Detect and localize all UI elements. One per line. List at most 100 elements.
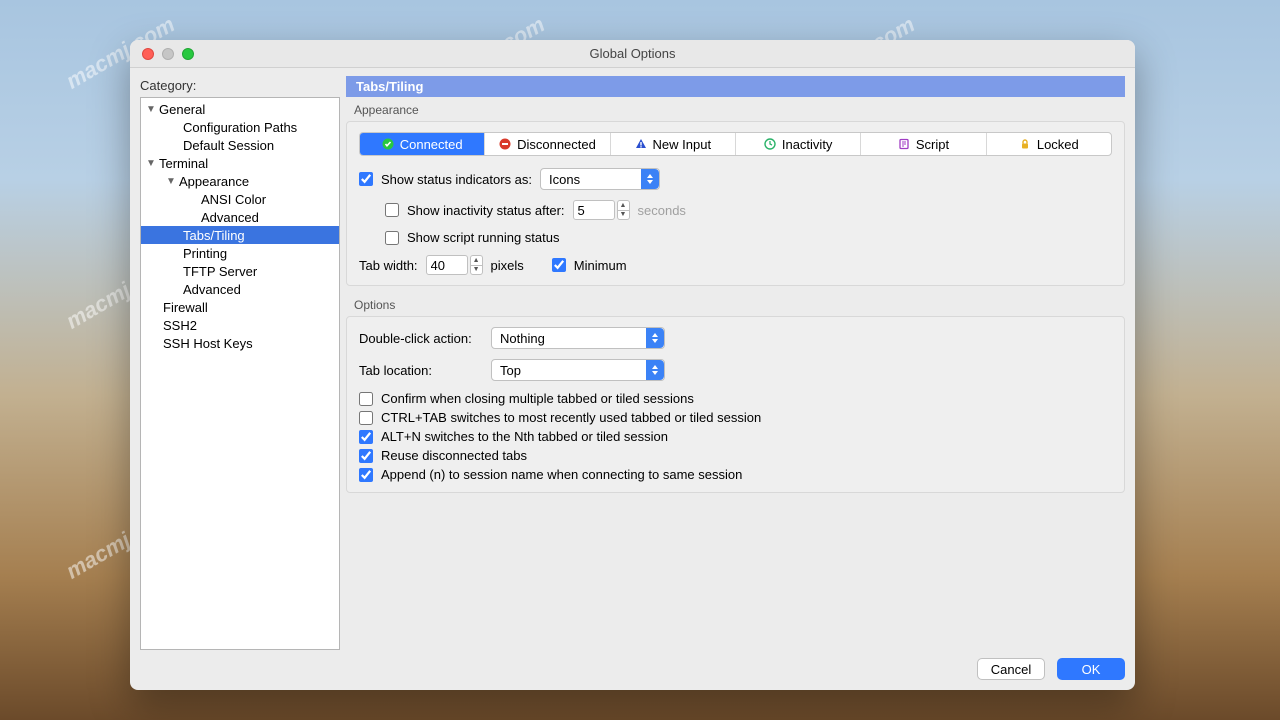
step-up-icon[interactable]: ▲ — [470, 255, 483, 265]
tree-label: Default Session — [183, 138, 274, 153]
tree-item-ssh2[interactable]: SSH2 — [141, 316, 339, 334]
tab-inactivity[interactable]: Inactivity — [736, 133, 861, 155]
tree-label: Configuration Paths — [183, 120, 297, 135]
tree-label: TFTP Server — [183, 264, 257, 279]
chevron-up-down-icon — [641, 169, 659, 189]
lock-icon — [1019, 138, 1031, 150]
tree-item-default-session[interactable]: Default Session — [141, 136, 339, 154]
footer: Cancel OK — [140, 650, 1125, 680]
category-label: Category: — [140, 76, 340, 97]
tree-item-terminal[interactable]: ▼Terminal — [141, 154, 339, 172]
append-n-label: Append (n) to session name when connecti… — [381, 467, 742, 482]
tree-item-tabs-tiling[interactable]: Tabs/Tiling — [141, 226, 339, 244]
confirm-close-checkbox[interactable] — [359, 392, 373, 406]
tree-item-hostkeys[interactable]: SSH Host Keys — [141, 334, 339, 352]
cancel-button[interactable]: Cancel — [977, 658, 1045, 680]
tab-location-label: Tab location: — [359, 363, 483, 378]
ctrl-tab-checkbox[interactable] — [359, 411, 373, 425]
tree-label: Tabs/Tiling — [183, 228, 245, 243]
warning-icon — [635, 138, 647, 150]
tree-label: Firewall — [163, 300, 208, 315]
script-running-checkbox[interactable] — [385, 231, 399, 245]
alt-n-checkbox[interactable] — [359, 430, 373, 444]
chevron-up-down-icon — [646, 328, 664, 348]
reuse-label: Reuse disconnected tabs — [381, 448, 527, 463]
show-status-select[interactable]: Icons — [540, 168, 660, 190]
tab-label: Disconnected — [517, 137, 596, 152]
options-group-label: Options — [346, 292, 1125, 316]
tab-location-select[interactable]: Top — [491, 359, 665, 381]
window: Global Options Category: ▼General Config… — [130, 40, 1135, 690]
tab-new-input[interactable]: New Input — [611, 133, 736, 155]
category-tree[interactable]: ▼General Configuration Paths Default Ses… — [140, 97, 340, 650]
minimum-checkbox[interactable] — [552, 258, 566, 272]
ok-button[interactable]: OK — [1057, 658, 1125, 680]
chevron-up-down-icon — [646, 360, 664, 380]
tree-label: Terminal — [159, 156, 208, 171]
tree-label: Advanced — [201, 210, 259, 225]
chevron-down-icon: ▼ — [165, 175, 177, 187]
dbl-click-label: Double-click action: — [359, 331, 483, 346]
tab-label: Script — [916, 137, 949, 152]
tab-connected[interactable]: Connected — [360, 133, 485, 155]
ctrl-tab-label: CTRL+TAB switches to most recently used … — [381, 410, 761, 425]
appearance-panel: Connected Disconnected New Input Inactiv… — [346, 121, 1125, 286]
tab-width-unit: pixels — [491, 258, 524, 273]
tree-item-general[interactable]: ▼General — [141, 100, 339, 118]
tree-item-config-paths[interactable]: Configuration Paths — [141, 118, 339, 136]
show-status-checkbox[interactable] — [359, 172, 373, 186]
tree-label: SSH Host Keys — [163, 336, 253, 351]
inactivity-unit: seconds — [638, 203, 686, 218]
tab-label: Inactivity — [782, 137, 833, 152]
tree-item-advanced2[interactable]: Advanced — [141, 280, 339, 298]
tree-label: Printing — [183, 246, 227, 261]
confirm-close-label: Confirm when closing multiple tabbed or … — [381, 391, 694, 406]
dbl-click-select[interactable]: Nothing — [491, 327, 665, 349]
check-icon — [382, 138, 394, 150]
alt-n-label: ALT+N switches to the Nth tabbed or tile… — [381, 429, 668, 444]
inactivity-input[interactable] — [573, 200, 615, 220]
clock-icon — [764, 138, 776, 150]
chevron-down-icon: ▼ — [145, 103, 157, 115]
tab-label: Locked — [1037, 137, 1079, 152]
minimum-label: Minimum — [574, 258, 627, 273]
tab-width-label: Tab width: — [359, 258, 418, 273]
tree-item-advanced1[interactable]: Advanced — [141, 208, 339, 226]
options-panel: Double-click action: Nothing Tab locatio… — [346, 316, 1125, 493]
chevron-down-icon: ▼ — [145, 157, 157, 169]
tree-label: Appearance — [179, 174, 249, 189]
status-tabs: Connected Disconnected New Input Inactiv… — [359, 132, 1112, 156]
tab-script[interactable]: Script — [861, 133, 986, 155]
titlebar: Global Options — [130, 40, 1135, 68]
appearance-group-label: Appearance — [346, 97, 1125, 121]
tree-label: General — [159, 102, 205, 117]
step-down-icon[interactable]: ▼ — [617, 210, 630, 221]
step-up-icon[interactable]: ▲ — [617, 200, 630, 210]
tree-item-printing[interactable]: Printing — [141, 244, 339, 262]
step-down-icon[interactable]: ▼ — [470, 265, 483, 276]
select-value: Nothing — [500, 331, 545, 346]
window-title: Global Options — [130, 46, 1135, 61]
tab-disconnected[interactable]: Disconnected — [485, 133, 610, 155]
stop-icon — [499, 138, 511, 150]
inactivity-stepper[interactable]: ▲▼ — [573, 200, 630, 220]
reuse-checkbox[interactable] — [359, 449, 373, 463]
tree-item-firewall[interactable]: Firewall — [141, 298, 339, 316]
tab-locked[interactable]: Locked — [987, 133, 1111, 155]
tree-item-ansi-color[interactable]: ANSI Color — [141, 190, 339, 208]
show-status-label: Show status indicators as: — [381, 172, 532, 187]
tree-label: Advanced — [183, 282, 241, 297]
tab-width-stepper[interactable]: ▲▼ — [426, 255, 483, 275]
tree-item-tftp[interactable]: TFTP Server — [141, 262, 339, 280]
script-running-label: Show script running status — [407, 230, 559, 245]
select-value: Top — [500, 363, 521, 378]
tree-label: ANSI Color — [201, 192, 266, 207]
tree-label: SSH2 — [163, 318, 197, 333]
inactivity-checkbox[interactable] — [385, 203, 399, 217]
append-n-checkbox[interactable] — [359, 468, 373, 482]
select-value: Icons — [549, 172, 580, 187]
section-header: Tabs/Tiling — [346, 76, 1125, 97]
tree-item-appearance[interactable]: ▼Appearance — [141, 172, 339, 190]
tab-width-input[interactable] — [426, 255, 468, 275]
script-icon — [898, 138, 910, 150]
